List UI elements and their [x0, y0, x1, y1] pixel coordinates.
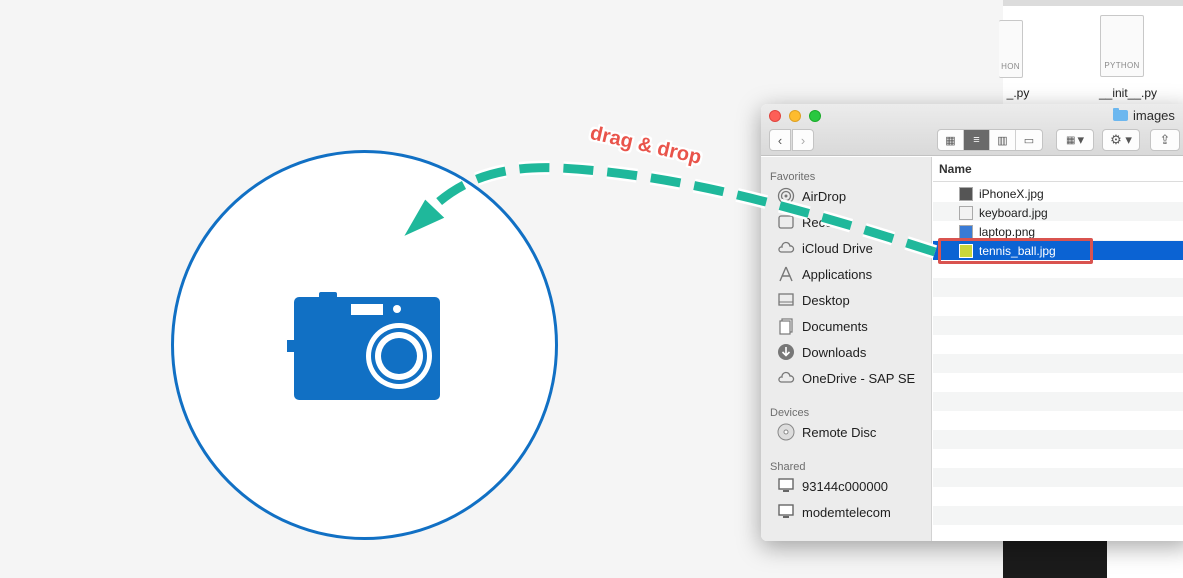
bg-file-label[interactable]: _.py: [1003, 86, 1033, 100]
sidebar-item-airdrop[interactable]: AirDrop: [777, 186, 846, 206]
background-panel: [1003, 540, 1107, 578]
view-mode-segmented[interactable]: ▦ ≡ ▥ ▭: [937, 129, 1043, 151]
python-file-icon: HON: [999, 20, 1023, 78]
column-view-icon[interactable]: ▥: [990, 130, 1016, 150]
devices-heading: Devices: [770, 407, 810, 419]
cloud-icon: [777, 369, 795, 387]
favorites-heading: Favorites: [770, 171, 816, 183]
drag-drop-label: drag & drop: [588, 122, 704, 169]
bg-file-label[interactable]: __init__.py: [1088, 86, 1168, 100]
sidebar-item-shared-2[interactable]: modemtelecom: [777, 502, 891, 522]
close-button[interactable]: [769, 110, 781, 122]
grid-icon: ▦: [1066, 134, 1076, 146]
file-row-keyboard[interactable]: keyboard.jpg: [933, 203, 1183, 222]
sidebar-item-onedrive[interactable]: OneDrive - SAP SE: [777, 368, 915, 388]
zoom-button[interactable]: [809, 110, 821, 122]
file-row-iphonex[interactable]: iPhoneX.jpg: [933, 184, 1183, 203]
image-file-icon: [959, 224, 973, 239]
image-file-icon: [959, 205, 973, 220]
minimize-button[interactable]: [789, 110, 801, 122]
sidebar-item-documents[interactable]: Documents: [777, 316, 868, 336]
sidebar-item-recents[interactable]: Recents: [777, 212, 850, 232]
forward-button[interactable]: ›: [792, 129, 814, 151]
airdrop-icon: [777, 187, 795, 205]
folder-icon: [1113, 108, 1128, 121]
list-view-icon[interactable]: ≡: [964, 130, 990, 150]
back-button[interactable]: ‹: [769, 129, 791, 151]
file-list: Name iPhoneX.jpg keyboard.jpg laptop.png: [933, 157, 1183, 541]
window-title-text: images: [1133, 108, 1175, 123]
python-file-icon: PYTHON: [1100, 15, 1144, 77]
monitor-icon: [777, 503, 795, 521]
shared-heading: Shared: [770, 461, 806, 473]
downloads-icon: [777, 343, 795, 361]
sidebar-item-icloud[interactable]: iCloud Drive: [777, 238, 873, 258]
window-title: images: [1113, 108, 1175, 123]
sidebar-item-shared-1[interactable]: 93144c000000: [777, 476, 888, 496]
column-header-name[interactable]: Name: [933, 157, 1183, 182]
finder-toolbar: images ‹ › ▦ ≡ ▥ ▭ ▦ ▾ ⚙ ▾ ⇪: [761, 104, 1183, 156]
sidebar-item-downloads[interactable]: Downloads: [777, 342, 866, 362]
gallery-view-icon[interactable]: ▭: [1016, 130, 1042, 150]
image-file-icon: [959, 186, 973, 201]
monitor-icon: [777, 477, 795, 495]
finder-sidebar: Favorites AirDrop Recents iCloud Drive A…: [761, 157, 932, 541]
selection-highlight-box: [938, 238, 1093, 264]
sidebar-item-desktop[interactable]: Desktop: [777, 290, 850, 310]
documents-icon: [777, 317, 795, 335]
cloud-icon: [777, 239, 795, 257]
share-button[interactable]: ⇪: [1150, 129, 1180, 151]
recents-icon: [777, 213, 795, 231]
disc-icon: [777, 423, 795, 441]
desktop-icon: [777, 291, 795, 309]
finder-window: images ‹ › ▦ ≡ ▥ ▭ ▦ ▾ ⚙ ▾ ⇪ Favorites Ai…: [761, 104, 1183, 541]
sidebar-item-applications[interactable]: Applications: [777, 264, 872, 284]
icon-view-icon[interactable]: ▦: [938, 130, 964, 150]
arrange-button[interactable]: ▦ ▾: [1056, 129, 1094, 151]
action-button[interactable]: ⚙ ▾: [1102, 129, 1140, 151]
camera-icon: [287, 292, 440, 400]
sidebar-item-remote-disc[interactable]: Remote Disc: [777, 422, 876, 442]
applications-icon: [777, 265, 795, 283]
